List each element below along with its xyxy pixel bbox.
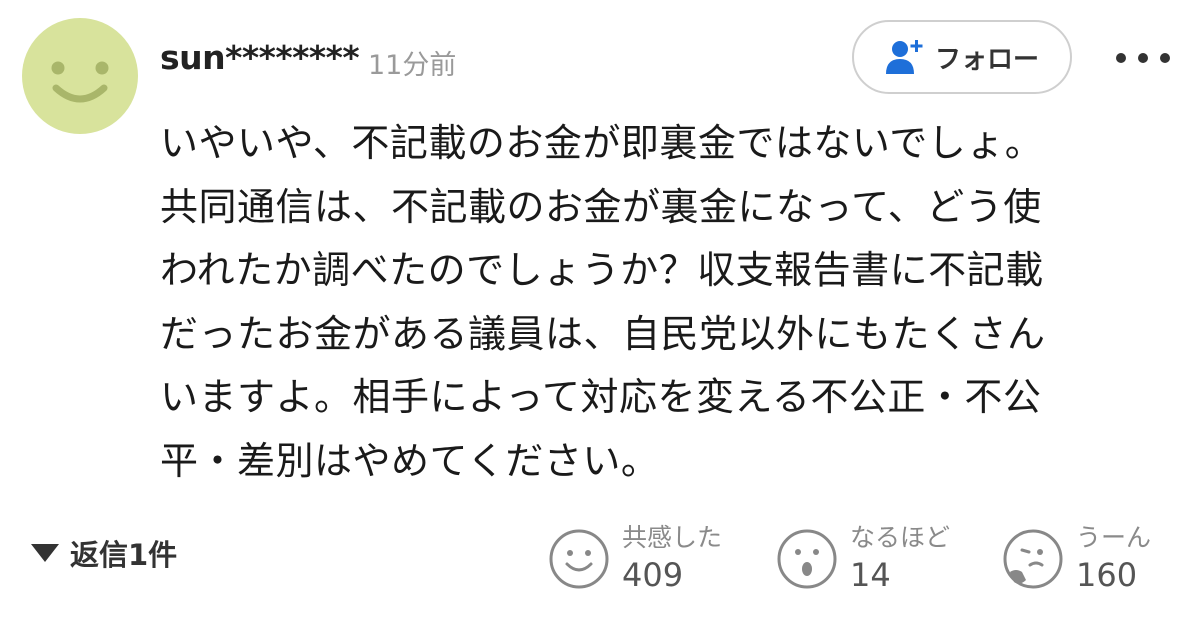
comment-line: だったお金がある議員は、自民党以外にもたくさん xyxy=(160,311,1046,356)
timestamp: 11分前 xyxy=(368,50,457,81)
follow-button[interactable]: フォロー xyxy=(852,20,1072,94)
smile-icon xyxy=(549,529,609,589)
replies-toggle[interactable]: 返信1件 xyxy=(30,532,177,574)
avatar[interactable] xyxy=(22,18,138,134)
add-user-icon xyxy=(885,40,923,74)
reaction-count: 14 xyxy=(850,556,891,594)
comment-card: sun******** 11分前 フォロー いやいや、不記載のお金が即裏金ではな… xyxy=(0,0,1200,618)
reaction-label: なるほど xyxy=(850,523,951,552)
comment-line: 共同通信は、不記載のお金が裏金になって、どう使 xyxy=(160,184,1042,229)
more-horizontal-icon xyxy=(1116,53,1170,63)
comment-line: われたか調べたのでしょうか？収支報告書に不記載 xyxy=(160,248,1044,292)
reaction-hmm-button[interactable]: うーん 160 xyxy=(1002,516,1151,602)
thinking-icon xyxy=(1003,529,1063,589)
comment-line: 平・差別はやめてください。 xyxy=(160,438,660,483)
comment-body: いやいや、不記載のお金が即裏金ではないでしょ。 共同通信は、不記載のお金が裏金に… xyxy=(160,112,1160,493)
triangle-down-icon xyxy=(31,544,59,562)
reaction-count: 160 xyxy=(1076,556,1138,594)
comment-line: いやいや、不記載のお金が即裏金ではないでしょ。 xyxy=(160,121,1044,165)
reaction-count: 409 xyxy=(622,556,684,594)
reaction-empathy-button[interactable]: 共感した 409 xyxy=(548,516,722,602)
comment-line: いますよ。相手によって対応を変える不公正・不公 xyxy=(160,375,1042,419)
smiley-avatar-icon xyxy=(22,18,138,134)
reaction-label: うーん xyxy=(1076,523,1152,552)
reply-count-label: 返信1件 xyxy=(70,538,178,572)
surprised-icon xyxy=(777,529,837,589)
reaction-insightful-button[interactable]: なるほど 14 xyxy=(776,516,950,602)
follow-label: フォロー xyxy=(934,44,1039,75)
more-options-button[interactable] xyxy=(1108,38,1178,78)
reaction-label: 共感した xyxy=(622,523,723,552)
username[interactable]: sun******** xyxy=(160,38,360,77)
